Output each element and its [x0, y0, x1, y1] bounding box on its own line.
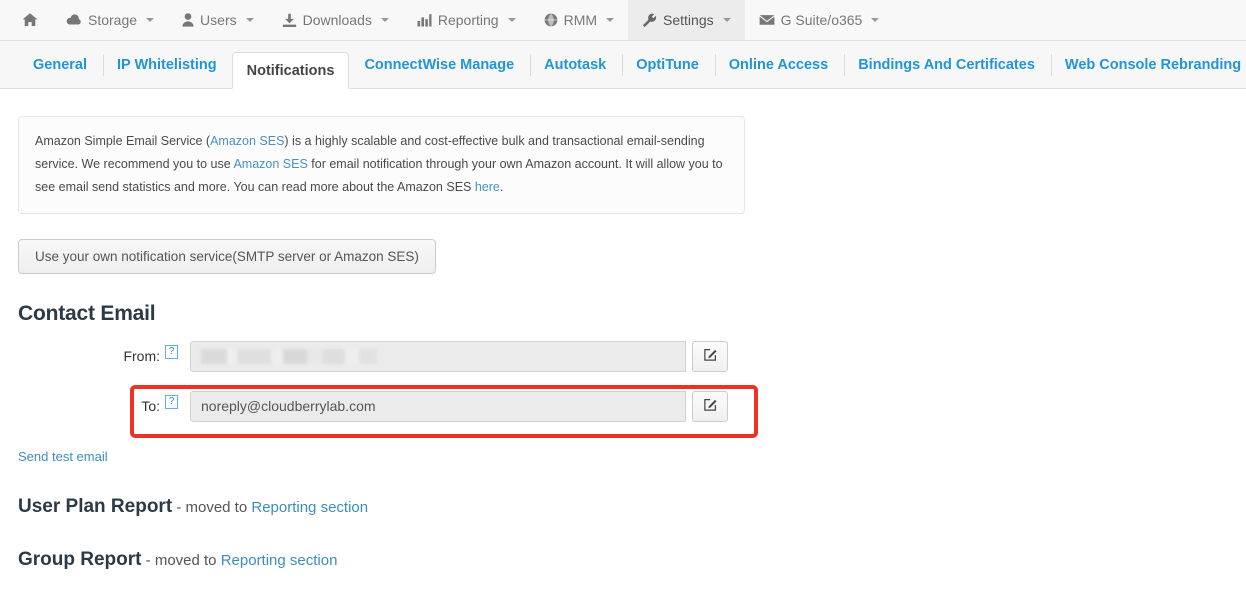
chevron-down-icon — [507, 18, 516, 22]
contact-email-heading: Contact Email — [18, 302, 156, 326]
group-report-title: Group Report — [18, 549, 142, 571]
group-report-link[interactable]: Reporting section — [221, 552, 338, 569]
tab-general[interactable]: General — [18, 41, 102, 89]
contact-email-form: From: ? To: ? noreply@cloudberrylab.com — [18, 340, 1228, 439]
from-help-icon[interactable]: ? — [165, 345, 178, 360]
nav-item-downloads[interactable]: Downloads — [268, 0, 403, 40]
settings-tabs-bar: General IP Whitelisting Notifications Co… — [0, 41, 1246, 89]
use-own-notification-service-button[interactable]: Use your own notification service(SMTP s… — [18, 239, 436, 275]
tab-web-console-rebranding[interactable]: Web Console Rebranding — [1050, 41, 1246, 89]
to-field-row: To: ? noreply@cloudberrylab.com — [18, 390, 1228, 422]
chevron-down-icon — [871, 18, 880, 22]
alert-text-part4: . — [499, 180, 504, 195]
nav-label-reporting: Reporting — [437, 12, 499, 28]
group-report-middle: - moved to — [141, 552, 221, 570]
nav-item-gsuite[interactable]: G Suite/o365 — [745, 0, 894, 40]
group-report-row: Group Report - moved to Reporting sectio… — [18, 549, 1228, 571]
from-input-group — [190, 340, 728, 372]
amazon-ses-info-alert: Amazon Simple Email Service (Amazon SES)… — [18, 116, 745, 215]
nav-item-users[interactable]: Users — [168, 0, 268, 40]
nav-item-reporting[interactable]: Reporting — [403, 0, 530, 40]
cloud-icon — [66, 13, 82, 27]
from-edit-button[interactable] — [692, 340, 728, 372]
nav-label-users: Users — [200, 12, 237, 28]
chevron-down-icon — [722, 18, 731, 22]
nav-item-storage[interactable]: Storage — [52, 0, 168, 40]
home-icon — [22, 12, 38, 28]
nav-label-rmm: RMM — [563, 12, 598, 28]
bar-chart-icon — [417, 13, 432, 27]
user-plan-report-link[interactable]: Reporting section — [251, 499, 368, 516]
to-edit-button[interactable] — [692, 390, 728, 422]
pencil-square-icon — [703, 397, 718, 415]
from-value-redacted — [201, 348, 386, 364]
chevron-down-icon — [146, 18, 155, 22]
from-label: From: — [123, 348, 160, 365]
to-input-group: noreply@cloudberrylab.com — [190, 390, 728, 422]
from-input[interactable] — [190, 340, 686, 372]
send-test-email-link[interactable]: Send test email — [18, 449, 108, 464]
settings-tabs: General IP Whitelisting Notifications Co… — [18, 41, 1246, 89]
user-plan-report-title: User Plan Report — [18, 496, 173, 518]
nav-label-storage: Storage — [88, 12, 138, 28]
chevron-down-icon — [245, 18, 254, 22]
tab-optitune[interactable]: OptiTune — [621, 41, 714, 89]
tab-online-access[interactable]: Online Access — [714, 41, 843, 89]
nav-item-settings[interactable]: Settings — [628, 0, 745, 40]
tab-bindings-and-certificates[interactable]: Bindings And Certificates — [843, 41, 1050, 89]
user-icon — [182, 13, 194, 27]
nav-label-gsuite: G Suite/o365 — [780, 12, 863, 28]
nav-item-rmm[interactable]: RMM — [530, 0, 628, 40]
user-plan-report-row: User Plan Report - moved to Reporting se… — [18, 496, 1228, 518]
wrench-icon — [642, 13, 657, 28]
from-field-row: From: ? — [18, 340, 1228, 372]
notifications-panel: Amazon Simple Email Service (Amazon SES)… — [0, 116, 1246, 572]
tab-notifications[interactable]: Notifications — [231, 52, 350, 89]
envelope-icon — [759, 14, 775, 26]
pencil-square-icon — [703, 347, 718, 365]
chevron-down-icon — [380, 18, 389, 22]
tab-connectwise-manage[interactable]: ConnectWise Manage — [349, 41, 529, 89]
tab-ip-whitelisting[interactable]: IP Whitelisting — [102, 41, 232, 89]
nav-home[interactable] — [8, 0, 52, 40]
main-navbar: Storage Users Downloads Reporting RMM Se… — [0, 0, 1246, 41]
amazon-ses-link-2[interactable]: Amazon SES — [233, 157, 307, 171]
tab-autotask[interactable]: Autotask — [529, 41, 621, 89]
to-help-icon[interactable]: ? — [165, 395, 178, 410]
to-input[interactable]: noreply@cloudberrylab.com — [190, 390, 686, 422]
nav-label-downloads: Downloads — [302, 12, 372, 28]
user-plan-report-middle: - moved to — [172, 499, 252, 517]
from-label-wrap: From: ? — [18, 345, 190, 365]
to-label-wrap: To: ? — [18, 395, 190, 415]
globe-icon — [544, 13, 558, 27]
download-icon — [282, 13, 297, 28]
nav-label-settings: Settings — [663, 12, 714, 28]
chevron-down-icon — [606, 18, 615, 22]
amazon-ses-link-1[interactable]: Amazon SES — [210, 134, 284, 148]
amazon-ses-here-link[interactable]: here — [475, 180, 500, 194]
alert-text-part1: Amazon Simple Email Service ( — [35, 134, 211, 148]
to-label: To: — [141, 398, 160, 415]
